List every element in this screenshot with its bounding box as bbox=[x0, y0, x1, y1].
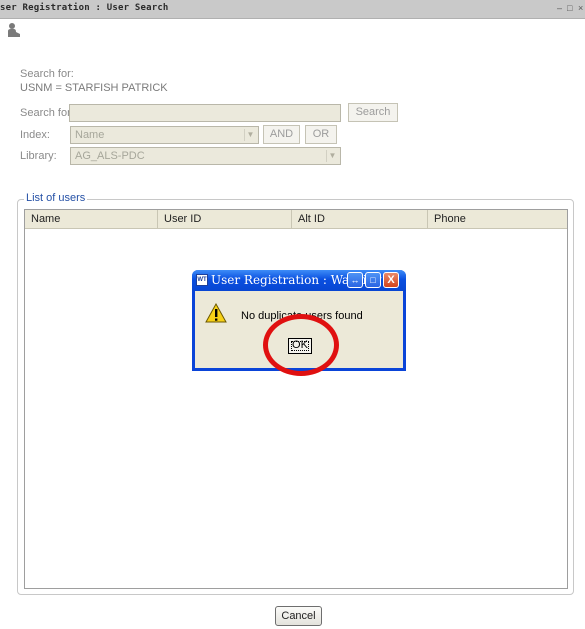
search-context-value: USNM = STARFISH PATRICK bbox=[20, 82, 168, 94]
search-label: Search for: bbox=[20, 107, 74, 119]
dialog-maximize-button[interactable]: □ bbox=[365, 272, 381, 288]
users-table[interactable]: Name User ID Alt ID Phone bbox=[24, 209, 568, 589]
search-context-heading: Search for: bbox=[20, 68, 74, 80]
or-button[interactable]: OR bbox=[305, 125, 337, 144]
cancel-button[interactable]: Cancel bbox=[275, 606, 322, 626]
window-title: ser Registration : User Search bbox=[0, 3, 169, 13]
and-button[interactable]: AND bbox=[263, 125, 300, 144]
highlight-circle bbox=[263, 314, 339, 376]
library-value: AG_ALS-PDC bbox=[75, 150, 145, 162]
index-value: Name bbox=[75, 129, 105, 141]
chevron-down-icon: ▼ bbox=[326, 150, 338, 162]
search-input[interactable] bbox=[69, 104, 341, 122]
dialog-resize-button[interactable]: ↔ bbox=[347, 272, 363, 288]
user-icon bbox=[8, 23, 20, 37]
table-header: Name User ID Alt ID Phone bbox=[25, 210, 567, 229]
maximize-button[interactable]: □ bbox=[567, 3, 572, 13]
column-header-phone[interactable]: Phone bbox=[428, 210, 567, 228]
dialog-titlebar: WT User Registration : Warning ↔ □ X bbox=[192, 270, 406, 291]
index-label: Index: bbox=[20, 129, 50, 141]
window-titlebar: ser Registration : User Search – □ × bbox=[0, 0, 585, 19]
chevron-down-icon: ▼ bbox=[244, 129, 256, 141]
close-button[interactable]: × bbox=[578, 3, 583, 13]
app-icon: WT bbox=[196, 274, 208, 286]
dialog-close-button[interactable]: X bbox=[383, 272, 399, 288]
column-header-alt-id[interactable]: Alt ID bbox=[292, 210, 428, 228]
library-label: Library: bbox=[20, 150, 57, 162]
warning-icon bbox=[205, 303, 227, 323]
column-header-name[interactable]: Name bbox=[25, 210, 158, 228]
column-header-user-id[interactable]: User ID bbox=[158, 210, 292, 228]
library-select[interactable]: AG_ALS-PDC ▼ bbox=[70, 147, 341, 165]
search-button[interactable]: Search bbox=[348, 103, 398, 122]
users-group-legend: List of users bbox=[24, 192, 88, 204]
minimize-button[interactable]: – bbox=[557, 3, 562, 13]
index-select[interactable]: Name ▼ bbox=[70, 126, 259, 144]
